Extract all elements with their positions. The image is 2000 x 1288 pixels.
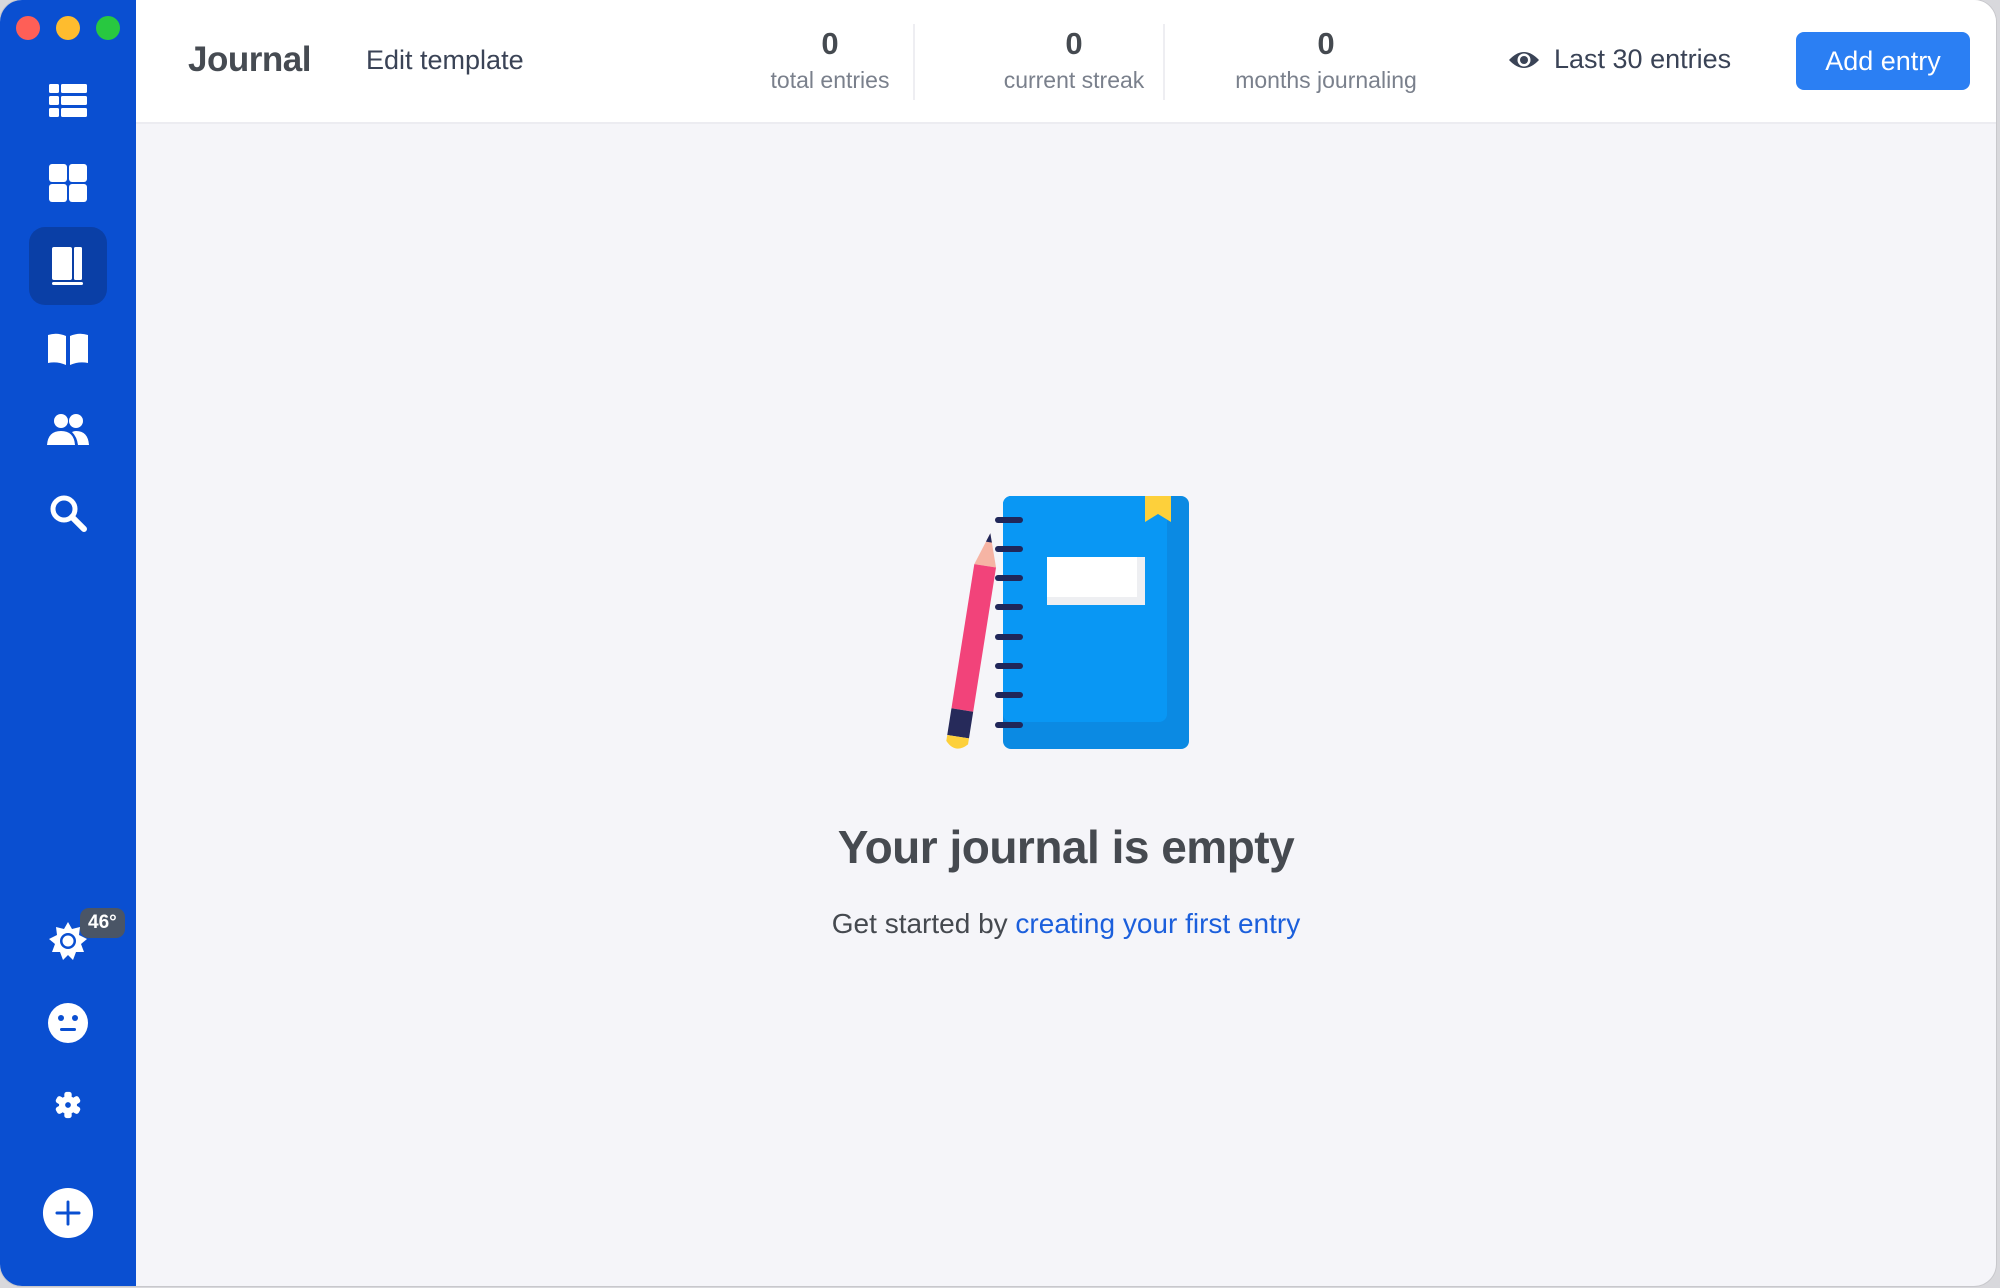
entries-filter-label: Last 30 entries [1554, 44, 1732, 74]
empty-journal-illustration [946, 496, 1189, 749]
notebook-label [1047, 557, 1137, 597]
empty-state-title: Your journal is empty [837, 821, 1295, 873]
stat-divider [1163, 24, 1165, 100]
window-controls [16, 16, 120, 40]
grid-icon [49, 164, 87, 202]
list-icon [49, 84, 87, 117]
eye-icon [1509, 51, 1539, 68]
gear-icon [55, 1091, 81, 1119]
stat-value: 0 [1317, 26, 1335, 61]
sidebar-item-grid-view[interactable] [29, 144, 107, 222]
header-bar: Journal Edit template 0 total entries 0 … [136, 0, 1996, 124]
create-first-entry-link[interactable]: creating your first entry [1015, 908, 1300, 939]
zoom-window-button[interactable] [96, 16, 120, 40]
sidebar-item-search[interactable] [29, 474, 107, 552]
empty-state-subtitle-prefix: Get started by [831, 908, 1016, 939]
stat-label: months journaling [1235, 67, 1417, 93]
sidebar-item-journal[interactable] [29, 227, 107, 305]
people-icon [47, 414, 89, 445]
search-icon [50, 495, 87, 532]
weather-temperature-badge: 46° [80, 908, 125, 938]
sidebar-item-add[interactable] [29, 1174, 107, 1252]
stat-divider [913, 24, 915, 100]
stat-label: current streak [1003, 67, 1145, 93]
pencil [946, 533, 997, 749]
neutral-face-icon [48, 1003, 88, 1043]
page-title: Journal [188, 40, 311, 79]
sidebar-item-mood[interactable] [29, 984, 107, 1062]
edit-template-link[interactable]: Edit template [366, 45, 524, 76]
journal-book-icon [52, 247, 83, 285]
sidebar-item-list-view[interactable] [29, 62, 107, 140]
empty-state-subtitle: Get started by creating your first entry [136, 908, 1996, 940]
stat-value: 0 [1065, 26, 1083, 61]
sidebar: 46° [0, 0, 136, 1286]
notebook-cover [1003, 496, 1167, 722]
sidebar-item-library[interactable] [29, 310, 107, 388]
sidebar-item-settings[interactable] [29, 1066, 107, 1144]
open-book-icon [48, 333, 88, 365]
stat-current-streak: 0 current streak [954, 24, 1194, 96]
sidebar-item-people[interactable] [29, 392, 107, 470]
entries-filter-toggle[interactable]: Last 30 entries [1508, 44, 1731, 75]
close-window-button[interactable] [16, 16, 40, 40]
stat-months-journaling: 0 months journaling [1206, 24, 1446, 96]
plus-circle-icon [42, 1187, 94, 1239]
add-entry-button[interactable]: Add entry [1796, 32, 1970, 90]
app-window: 46° Journal Edit template 0 total entrie… [0, 0, 1996, 1286]
minimize-window-button[interactable] [56, 16, 80, 40]
